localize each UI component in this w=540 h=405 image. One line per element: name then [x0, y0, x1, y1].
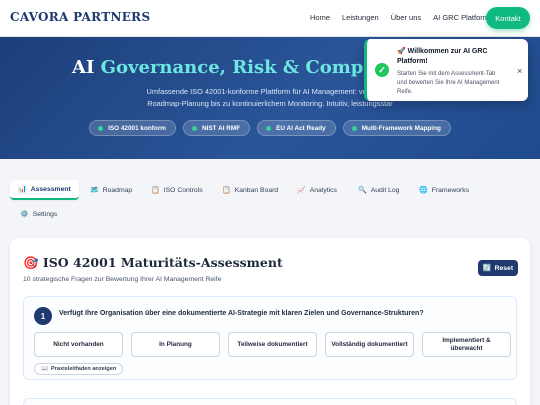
reset-button[interactable]: 🔄 Reset [478, 260, 518, 276]
gear-icon: ⚙️ [20, 211, 29, 218]
question-card: 1 Verfügt Ihre Organisation über eine do… [23, 296, 517, 380]
tab-iso-controls[interactable]: 📋 ISO Controls [143, 180, 211, 200]
tab-settings[interactable]: ⚙️ Settings [12, 204, 65, 224]
hero-title-prefix: AI [72, 57, 101, 78]
question-text: Verfügt Ihre Organisation über eine doku… [59, 310, 424, 317]
question-number: 1 [34, 307, 52, 325]
assessment-card: 🎯 ISO 42001 Maturitäts-Assessment 10 str… [10, 238, 530, 405]
nav-link-home[interactable]: Home [310, 13, 330, 22]
option-implementiert-ueberwacht[interactable]: Implementiert & überwacht [422, 332, 511, 357]
top-navbar: CAVORA PARTNERS Home Leistungen Über uns… [0, 0, 540, 37]
tab-roadmap[interactable]: 🗺️ Roadmap [82, 180, 140, 200]
badge-iso-42001: ISO 42001 konform [89, 120, 176, 136]
tab-label: Frameworks [431, 186, 470, 194]
hero-title: AI Governance, Risk & Complian [72, 57, 402, 78]
search-icon: 🔍 [358, 187, 367, 194]
tab-label: Assessment [30, 185, 71, 193]
badge-label: ISO 42001 konform [108, 124, 166, 132]
tab-label: Audit Log [370, 186, 400, 194]
book-icon: 📖 [41, 366, 48, 372]
option-vollstaendig-dokumentiert[interactable]: Vollständig dokumentiert [325, 332, 414, 357]
guide-button[interactable]: 📖 Praxisleitfaden anzeigen [34, 363, 124, 375]
close-icon[interactable]: × [517, 66, 522, 76]
clipboard-icon: 📋 [151, 187, 160, 194]
clipboard-icon: 📋 [222, 187, 231, 194]
badge-eu-ai-act: EU AI Act Ready [257, 120, 336, 136]
badge-multi-framework: Multi-Framework Mapping [342, 120, 451, 136]
toast-title: 🚀 Willkommen zur AI GRC Platform! [397, 48, 488, 65]
trend-icon: 📈 [297, 187, 306, 194]
tab-label: Settings [32, 210, 58, 218]
tab-assessment[interactable]: 📊 Assessment [10, 180, 79, 200]
badge-label: Multi-Framework Mapping [361, 124, 441, 132]
hero-title-highlight: Governance, Risk & Complian [100, 57, 402, 78]
option-in-planung[interactable]: In Planung [131, 332, 220, 357]
badge-label: EU AI Act Ready [276, 124, 326, 132]
globe-icon: 🌐 [419, 187, 428, 194]
badge-label: NIST AI RMF [202, 124, 241, 132]
tab-audit-log[interactable]: 🔍 Audit Log [350, 180, 407, 200]
nav-links: Home Leistungen Über uns AI GRC Platform [310, 13, 501, 22]
answer-options: Nicht vorhanden In Planung Teilweise dok… [34, 332, 511, 357]
contact-button[interactable]: Kontakt [486, 7, 530, 29]
refresh-icon: 🔄 [482, 265, 492, 272]
chart-icon: 📊 [18, 186, 27, 193]
option-teilweise-dokumentiert[interactable]: Teilweise dokumentiert [228, 332, 317, 357]
tab-label: Roadmap [102, 186, 133, 194]
tab-label: Kanban Board [234, 186, 279, 194]
status-dot-icon [98, 125, 104, 131]
reset-label: Reset [494, 264, 514, 272]
tab-kanban-board[interactable]: 📋 Kanban Board [214, 180, 286, 200]
badge-nist-ai-rmf: NIST AI RMF [183, 120, 251, 136]
assessment-title: 🎯 ISO 42001 Maturitäts-Assessment [23, 255, 283, 270]
option-nicht-vorhanden[interactable]: Nicht vorhanden [34, 332, 123, 357]
tab-label: Analytics [309, 186, 337, 194]
status-dot-icon [192, 125, 197, 131]
status-dot-icon [266, 125, 272, 131]
brand-logo[interactable]: CAVORA PARTNERS [10, 10, 150, 24]
hero-badges: ISO 42001 konform NIST AI RMF EU AI Act … [0, 120, 540, 136]
tab-analytics[interactable]: 📈 Analytics [289, 180, 345, 200]
assessment-subtitle: 10 strategische Fragen zur Bewertung Ihr… [23, 276, 222, 283]
nav-link-ai-grc-platform[interactable]: AI GRC Platform [433, 13, 489, 22]
tab-label: ISO Controls [163, 186, 203, 194]
map-icon: 🗺️ [90, 187, 99, 194]
tab-bar: 📊 Assessment 🗺️ Roadmap 📋 ISO Controls 📋 Kan… [0, 170, 540, 224]
question-card-next [23, 398, 517, 405]
nav-link-leistungen[interactable]: Leistungen [342, 13, 379, 22]
tab-frameworks[interactable]: 🌐 Frameworks [411, 180, 477, 200]
check-icon: ✓ [375, 63, 389, 77]
welcome-toast: ✓ 🚀 Willkommen zur AI GRC Platform! Star… [364, 39, 528, 101]
nav-link-ueber-uns[interactable]: Über uns [391, 13, 421, 22]
toast-message: Starten Sie mit dem Assessment-Tab und b… [397, 71, 500, 95]
status-dot-icon [351, 125, 357, 131]
guide-label: Praxisleitfaden anzeigen [50, 366, 117, 372]
